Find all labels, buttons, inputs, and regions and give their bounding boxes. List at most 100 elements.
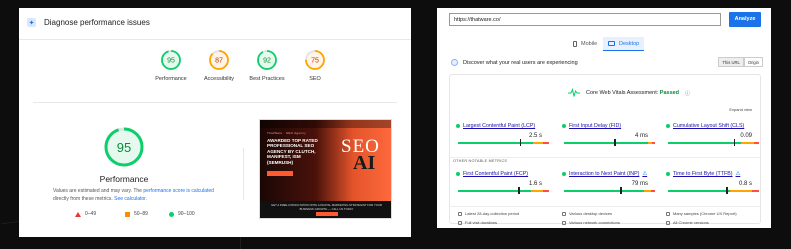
footer-item-text: Full visit durations (465, 220, 498, 225)
info-icon (666, 220, 670, 225)
note-text: directly from these metrics. (53, 195, 115, 202)
good-segment (668, 190, 730, 192)
legend-range: 0–49 (85, 211, 97, 217)
cwv-card: Core Web Vitals Assessment: Passed ⓘ Exp… (449, 74, 762, 225)
percentile-marker (518, 187, 520, 194)
thumbnail-nav-text: ThatWare · SEO Agency (267, 131, 307, 135)
expand-view-link[interactable]: Expand view (729, 107, 752, 112)
good-segment (668, 142, 741, 144)
experimental-icon: ⚠ (642, 171, 648, 177)
poor-segment (652, 142, 655, 144)
needs-improvement-segment (729, 190, 752, 192)
see-calculator-link[interactable]: See calculator. (114, 196, 147, 202)
metric-link[interactable]: Cumulative Layout Shift (CLS) (666, 123, 762, 129)
cwv-assessment: Core Web Vitals Assessment: Passed ⓘ (568, 88, 690, 98)
thumbnail-footer-text: GET A FREE CONSULTATION WITH A DIGITAL M… (271, 203, 382, 211)
percentile-marker (733, 139, 736, 146)
circle-icon (169, 211, 174, 217)
thumbnail-footer: GET A FREE CONSULTATION WITH A DIGITAL M… (260, 201, 391, 218)
footer-item: All Chrome versions (666, 220, 709, 225)
poor-segment (753, 142, 759, 144)
performance-gauge-icon: 95 (104, 127, 144, 167)
good-status-icon (666, 172, 670, 176)
good-status-icon (562, 124, 566, 128)
percentile-marker (614, 139, 616, 146)
desktop-icon (608, 41, 615, 46)
metric-name: First Input Delay (FID) (569, 123, 622, 129)
other-metrics-label: OTHER NOTABLE METRICS (453, 159, 508, 163)
performance-note: Values are estimated and may vary. The p… (53, 188, 223, 203)
thumbnail-headline: AWARDED TOP RATED PROFESSIONAL SEO AGENC… (267, 138, 318, 165)
percentile-marker (519, 139, 522, 146)
poor-segment (751, 190, 759, 192)
footer-item-text: Many samples (Chrome UX Report) (673, 211, 737, 216)
thumbnail-nav (260, 120, 391, 128)
pagespeed-report-panel: ✦ Diagnose performance issues 95 Perform… (19, 8, 411, 237)
experimental-icon: ⚠ (735, 171, 741, 177)
score-value: 75 (311, 58, 319, 65)
divider (19, 39, 411, 40)
metric-value: 79 ms (631, 181, 648, 187)
percentile-marker (620, 187, 622, 194)
score-value: 95 (167, 58, 175, 65)
square-icon (125, 211, 130, 217)
distribution-bar (458, 190, 549, 192)
distribution-bar (564, 142, 655, 144)
cwv-status: Passed (659, 90, 680, 96)
metric-item: First Contentful Paint (FCP) 1.6 s (456, 171, 552, 194)
metric-link[interactable]: Time to First Byte (TTFB) ⚠ (666, 171, 762, 177)
footer-item-text: All Chrome versions (673, 220, 709, 225)
divider (243, 148, 244, 200)
page-screenshot-thumbnail[interactable]: ThatWare · SEO Agency AWARDED TOP RATED … (259, 119, 392, 219)
users-icon (451, 59, 458, 66)
vitals-wave-icon (568, 88, 580, 97)
tab-mobile[interactable]: Mobile (568, 37, 602, 51)
metric-link[interactable]: Largest Contentful Paint (LCP) (456, 123, 552, 129)
analyze-button[interactable]: Analyze (729, 12, 761, 27)
poor-segment (542, 190, 549, 192)
gauge-icon: 95 (161, 50, 181, 70)
good-segment (564, 190, 645, 192)
legend-average: 50–89 (125, 211, 148, 217)
tab-label: Mobile (581, 41, 598, 47)
metric-name: Largest Contentful Paint (LCP) (463, 123, 536, 129)
metric-link[interactable]: First Input Delay (FID) (562, 123, 658, 129)
url-input[interactable] (449, 13, 721, 26)
needs-improvement-segment (740, 142, 754, 144)
good-status-icon (456, 124, 460, 128)
metric-value: 1.6 s (528, 181, 542, 187)
distribution-bar (668, 190, 759, 192)
info-icon (458, 220, 462, 225)
good-status-icon (562, 172, 566, 176)
metric-link[interactable]: First Contentful Paint (FCP) (456, 171, 552, 177)
divider (450, 157, 760, 158)
needs-improvement-segment (530, 190, 543, 192)
footer-item: Various desktop devices (562, 211, 612, 216)
diagnose-title: Diagnose performance issues (44, 18, 150, 27)
metric-item: Interaction to Next Paint (INP) ⚠ 79 ms (562, 171, 658, 194)
footer-item: Various network connections (562, 220, 620, 225)
toggle-origin[interactable]: Origin (743, 57, 763, 67)
discover-title: Discover what your real users are experi… (463, 59, 578, 66)
legend-good: 90–100 (169, 211, 195, 217)
distribution-bar (668, 142, 759, 144)
metric-item: Cumulative Layout Shift (CLS) 0.09 (666, 123, 762, 146)
diagnose-icon: ✦ (27, 18, 36, 27)
legend-poor: 0–49 (75, 211, 96, 217)
metric-value: 0.8 s (738, 181, 752, 187)
url-origin-toggle[interactable]: This URL Origin (718, 57, 763, 67)
metric-link[interactable]: Interaction to Next Paint (INP) ⚠ (562, 171, 658, 177)
legend-range: 50–89 (134, 211, 148, 217)
score-calculated-link[interactable]: performance score is calculated (143, 188, 214, 194)
info-icon (666, 211, 670, 216)
toggle-this-url[interactable]: This URL (718, 57, 744, 67)
score-label: SEO (309, 76, 321, 82)
tab-desktop[interactable]: Desktop (603, 37, 645, 51)
info-icon (458, 211, 462, 216)
diagnose-section-header[interactable]: ✦ Diagnose performance issues (27, 18, 150, 27)
poor-segment (651, 190, 655, 192)
info-icon[interactable]: ⓘ (685, 90, 690, 97)
score-seo[interactable]: 75 SEO (280, 49, 350, 82)
footer-item-text: Various desktop devices (569, 211, 613, 216)
footer-item-text: Latest 28-day collection period (465, 211, 520, 216)
